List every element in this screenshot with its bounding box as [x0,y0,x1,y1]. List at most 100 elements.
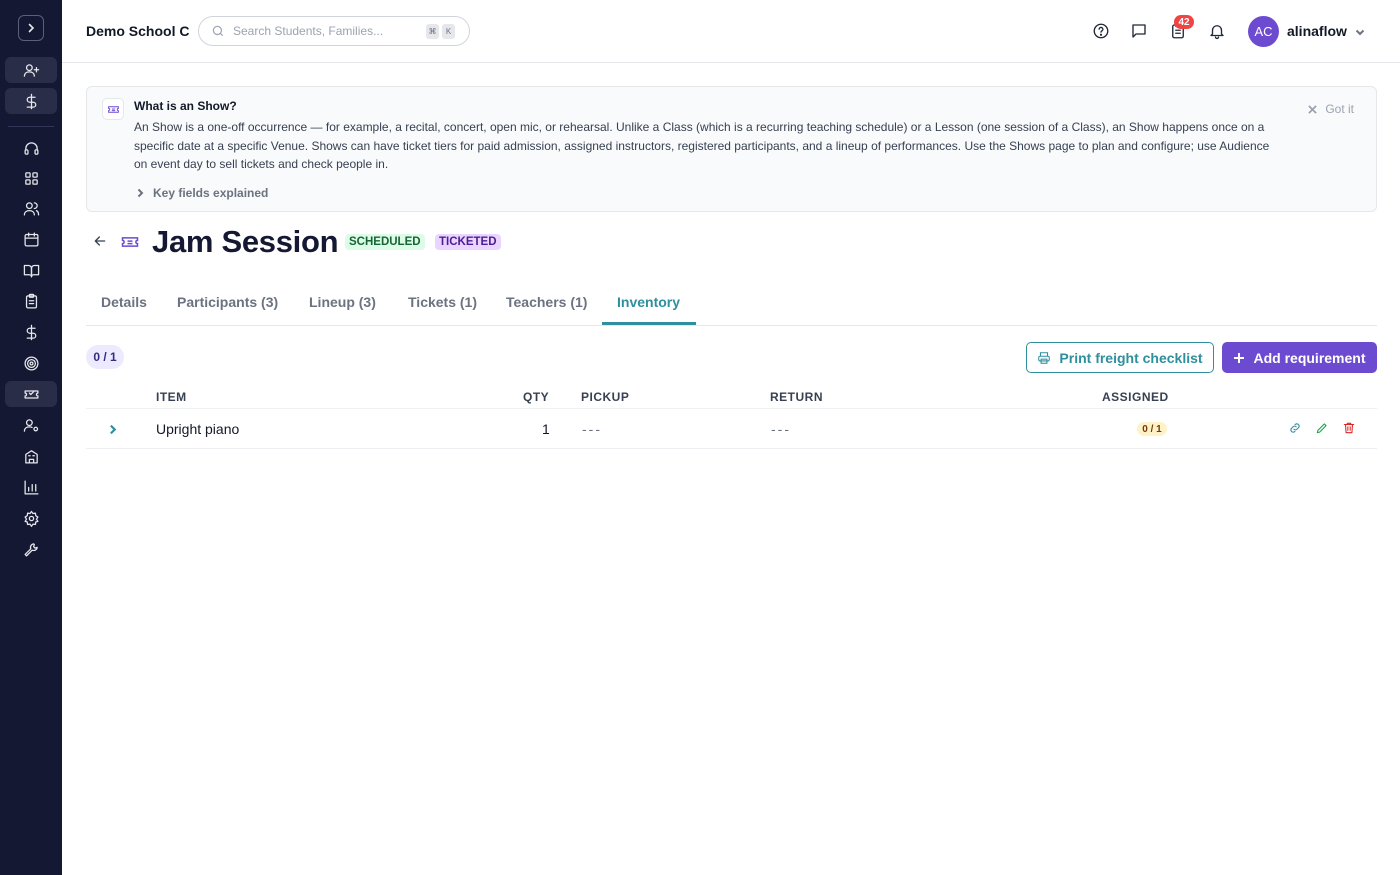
edit-button[interactable] [1314,420,1330,436]
kbd-k: K [442,23,455,39]
target-icon [23,355,39,371]
arrow-left-icon [94,236,106,246]
kbd-cmd: ⌘ [426,23,439,39]
message-square-icon [1132,24,1146,38]
print-button-label: Print freight checklist [1059,349,1203,366]
user-plus-icon [23,63,39,77]
sidebar-item-user-settings[interactable] [5,412,57,438]
clipboard-icon [25,293,37,309]
username[interactable]: alinaflow [1287,23,1347,39]
sidebar-item-billing[interactable] [5,88,57,114]
sidebar-item-tickets[interactable] [5,381,57,407]
tab-bar: Details Participants (3) Lineup (3) Tick… [86,280,1377,326]
sidebar-item-target[interactable] [5,350,57,376]
tab-inventory[interactable]: Inventory [617,294,680,310]
user-cog-icon [23,418,38,432]
sidebar-item-book[interactable] [5,257,57,283]
avatar[interactable]: AC [1248,16,1279,47]
column-header-return: RETURN [770,390,823,404]
dollar-icon [26,324,36,340]
school-name[interactable]: Demo School C [86,23,189,39]
status-badge-ticketed: TICKETED [435,234,501,250]
assigned-summary-badge: 0 / 1 [86,345,124,369]
table-header-divider [86,408,1377,409]
chevron-down-icon [1355,29,1365,36]
trash-icon [1343,422,1355,434]
add-button-label: Add requirement [1253,349,1366,366]
add-requirement-button[interactable]: Add requirement [1222,342,1377,373]
tab-tickets[interactable]: Tickets (1) [408,294,477,310]
sidebar-item-dashboard[interactable] [5,165,57,191]
column-header-qty: QTY [523,390,550,404]
back-button[interactable] [92,233,110,251]
search-input[interactable] [233,24,423,38]
sidebar-item-people[interactable] [5,195,57,221]
status-badge-scheduled: SCHEDULED [345,234,425,250]
key-fields-toggle[interactable]: Key fields explained [135,186,268,200]
users-icon [23,201,39,216]
pencil-icon [1316,423,1327,434]
grid-icon [24,171,38,185]
search-box[interactable]: ⌘ K [198,16,470,46]
tab-teachers[interactable]: Teachers (1) [506,294,587,310]
help-button[interactable] [1091,21,1111,41]
dollar-icon [26,93,36,109]
banner-title: What is an Show? [134,99,237,113]
item-return: --- [771,421,791,437]
sidebar-item-reports[interactable] [5,474,57,500]
tab-details[interactable]: Details [101,294,147,310]
printer-icon [1038,351,1051,364]
column-header-pickup: PICKUP [581,390,630,404]
tab-lineup[interactable]: Lineup (3) [309,294,376,310]
sidebar-item-support[interactable] [5,135,57,161]
messages-button[interactable] [1129,21,1149,41]
notifications-button[interactable] [1207,21,1227,41]
print-freight-checklist-button[interactable]: Print freight checklist [1026,342,1214,373]
link-icon [1290,423,1300,433]
table-row-divider [86,448,1377,449]
help-circle-icon [1093,23,1109,39]
delete-button[interactable] [1341,420,1357,436]
sidebar-item-building[interactable] [5,443,57,469]
sidebar [0,0,62,875]
sidebar-item-billing-secondary[interactable] [5,319,57,345]
top-bar: Demo School C ⌘ K [62,0,1400,63]
sidebar-item-calendar[interactable] [5,226,57,252]
bar-chart-icon [23,479,39,495]
info-banner: What is an Show? An Show is a one-off oc… [86,86,1377,212]
sidebar-item-settings[interactable] [5,505,57,531]
search-icon [212,25,224,37]
calendar-icon [23,231,39,247]
page-title: Jam Session [152,224,339,259]
book-open-icon [23,264,39,278]
headset-icon [23,141,39,155]
expand-row-button[interactable] [107,422,118,440]
gear-icon [23,510,39,527]
item-name: Upright piano [156,421,240,437]
column-header-item: ITEM [156,390,187,404]
sidebar-divider [8,126,54,127]
plus-icon [1234,352,1245,363]
sidebar-item-add-user[interactable] [5,57,57,83]
chevron-right-icon [110,424,117,435]
wrench-icon [23,542,38,557]
sidebar-expand-button[interactable] [18,15,44,41]
sidebar-item-clipboard[interactable] [5,288,57,314]
chevron-right-icon [28,23,35,33]
active-tab-indicator [602,322,696,325]
close-icon [1308,104,1318,114]
assigned-status-badge: 0 / 1 [1137,422,1167,436]
banner-body: An Show is a one-off occurrence — for ex… [134,120,1270,171]
item-qty: 1 [542,421,550,437]
link-button[interactable] [1287,420,1303,436]
tasks-count-badge: 42 [1174,15,1194,29]
key-fields-label: Key fields explained [153,186,269,200]
column-header-assigned: ASSIGNED [1102,390,1169,404]
tab-participants[interactable]: Participants (3) [177,294,278,310]
ticket-icon [102,98,124,120]
sidebar-item-tools[interactable] [5,536,57,562]
dismiss-banner-button[interactable]: Got it [1308,102,1354,116]
user-menu-toggle[interactable] [1354,25,1366,37]
dismiss-label: Got it [1325,102,1354,116]
item-pickup: --- [582,421,602,437]
